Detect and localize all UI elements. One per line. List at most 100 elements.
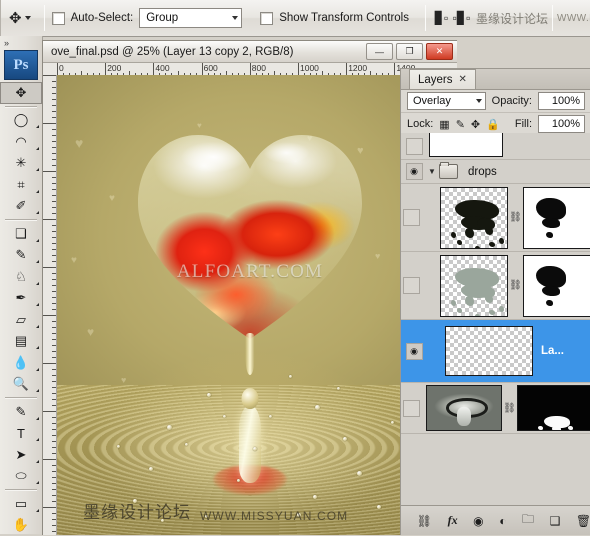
canvas-area[interactable]: ♥♥♥♥♥♥♥♥♥♥♥♥♥♥♥♥♥♥♥♥♥♥♥♥ ALFOART.COM 墨缘设… bbox=[57, 75, 443, 535]
link-mask-icon[interactable]: ⛓ bbox=[511, 279, 520, 293]
ink-blob bbox=[451, 232, 456, 238]
lock-all-icon[interactable]: 🔒 bbox=[486, 118, 500, 131]
ruler-minor-tick bbox=[52, 177, 56, 178]
layer-row[interactable]: ◉ La... bbox=[401, 320, 590, 383]
mask-blob bbox=[552, 426, 561, 431]
new-layer-button[interactable]: ❑ bbox=[550, 514, 561, 528]
toolbar-grip[interactable]: » bbox=[0, 36, 42, 50]
tab-layers[interactable]: Layers ✕ bbox=[409, 69, 476, 89]
layer-row[interactable] bbox=[401, 133, 590, 160]
layer-visibility-toggle[interactable] bbox=[403, 277, 420, 294]
crop-tool[interactable]: ⌗ bbox=[0, 174, 42, 196]
link-layers-button[interactable]: ⛓ bbox=[417, 514, 432, 528]
chevron-down-icon[interactable] bbox=[25, 16, 31, 20]
magic-wand-tool[interactable]: ✳ bbox=[0, 153, 42, 175]
folder-icon[interactable] bbox=[439, 164, 458, 179]
tool-more-indicator-icon bbox=[33, 389, 39, 392]
delete-layer-button[interactable]: 🗑 bbox=[576, 514, 590, 528]
link-mask-icon[interactable]: ⛓ bbox=[511, 211, 520, 225]
show-transform-controls-checkbox[interactable] bbox=[260, 12, 273, 25]
water-droplet bbox=[391, 421, 394, 424]
blur-tool[interactable]: 💧 bbox=[0, 352, 42, 374]
tool-more-indicator-icon bbox=[33, 125, 39, 128]
water-droplet bbox=[185, 443, 188, 446]
active-tool-preview[interactable]: ✥ bbox=[1, 0, 37, 36]
add-layer-mask-icon: ◉ bbox=[473, 514, 483, 528]
link-mask-icon[interactable]: ⛓ bbox=[505, 401, 514, 415]
layer-thumbnail[interactable] bbox=[429, 133, 503, 157]
align-horizontal-centers-icon[interactable]: ▫▊▫ bbox=[453, 10, 470, 27]
close-button[interactable]: ✕ bbox=[426, 43, 453, 60]
healing-brush-tool[interactable]: ❑ bbox=[0, 223, 42, 245]
layer-thumbnail[interactable] bbox=[426, 385, 502, 431]
path-selection-tool-icon: ➤ bbox=[16, 447, 27, 463]
layers-list[interactable]: ◉▼drops ⛓ ⛓ ◉ La... ⛓ bbox=[401, 133, 590, 506]
align-left-edges-icon[interactable]: ▊▫ bbox=[433, 10, 450, 27]
lock-position-icon[interactable]: ✥ bbox=[471, 118, 480, 131]
layer-visibility-toggle[interactable] bbox=[403, 209, 420, 226]
layer-mask-thumbnail[interactable] bbox=[523, 187, 590, 249]
mask-white-base bbox=[524, 256, 590, 316]
ink-blob bbox=[465, 228, 474, 238]
opacity-input[interactable]: 100% bbox=[538, 92, 585, 110]
layer-thumbnail[interactable] bbox=[440, 187, 508, 249]
ruler-minor-tick bbox=[43, 123, 56, 124]
layer-row[interactable]: ⛓ bbox=[401, 184, 590, 252]
layer-row[interactable]: ⛓ bbox=[401, 383, 590, 434]
layer-thumbnail[interactable] bbox=[440, 255, 508, 317]
ruler-minor-tick bbox=[52, 381, 56, 382]
new-adjustment-layer-button[interactable]: ◐ bbox=[499, 514, 506, 528]
dodge-tool-icon: 🔍 bbox=[13, 376, 29, 392]
move-tool-icon: ✥ bbox=[9, 11, 22, 26]
restore-button[interactable]: ❐ bbox=[396, 43, 423, 60]
tool-more-indicator-icon bbox=[33, 438, 39, 441]
new-group-button[interactable]: 🗀 bbox=[522, 510, 534, 531]
ellipse-shape-tool[interactable]: ⬭ bbox=[0, 466, 42, 488]
auto-select-checkbox[interactable] bbox=[52, 12, 65, 25]
ruler-label: 800 bbox=[250, 63, 266, 73]
dodge-tool[interactable]: 🔍 bbox=[0, 374, 42, 396]
hand-tool[interactable]: ✋ bbox=[0, 515, 42, 536]
history-brush-tool[interactable]: ✒ bbox=[0, 288, 42, 310]
add-layer-mask-button[interactable]: ◉ bbox=[473, 514, 483, 528]
layer-mask-thumbnail[interactable] bbox=[523, 255, 590, 317]
bokeh-heart-icon: ♥ bbox=[87, 325, 94, 339]
auto-select-dropdown[interactable]: Group bbox=[139, 8, 242, 28]
history-brush-tool-icon: ✒ bbox=[16, 290, 27, 306]
eyedropper-tool[interactable]: ✐ bbox=[0, 196, 42, 218]
notes-tool[interactable]: ▭ bbox=[0, 493, 42, 515]
path-selection-tool[interactable]: ➤ bbox=[0, 444, 42, 466]
ink-blob bbox=[457, 240, 462, 245]
close-icon[interactable]: ✕ bbox=[459, 74, 467, 85]
group-expand-toggle[interactable]: ▼ bbox=[425, 167, 439, 176]
brush-tool[interactable]: ✎ bbox=[0, 245, 42, 267]
minimize-button[interactable]: — bbox=[366, 43, 393, 60]
blend-mode-dropdown[interactable]: Overlay bbox=[407, 92, 486, 110]
document-titlebar[interactable]: ove_final.psd @ 25% (Layer 13 copy 2, RG… bbox=[43, 41, 457, 63]
vertical-ruler[interactable] bbox=[43, 75, 57, 535]
gradient-tool[interactable]: ▤ bbox=[0, 331, 42, 353]
layer-row[interactable]: ⛓ bbox=[401, 252, 590, 320]
elliptical-marquee-tool[interactable]: ◯ bbox=[0, 110, 42, 132]
layer-visibility-toggle[interactable]: ◉ bbox=[403, 163, 425, 180]
lasso-tool[interactable]: ◠ bbox=[0, 131, 42, 153]
layer-name: La... bbox=[541, 345, 564, 357]
layer-thumbnail[interactable] bbox=[445, 326, 533, 376]
move-tool[interactable]: ✥ bbox=[0, 82, 42, 104]
layer-visibility-toggle[interactable] bbox=[403, 138, 425, 155]
ruler-minor-tick bbox=[43, 315, 56, 316]
lock-image-pixels-icon[interactable]: ✎ bbox=[456, 118, 465, 131]
layer-visibility-toggle[interactable]: ◉ bbox=[403, 343, 425, 360]
pen-tool[interactable]: ✎ bbox=[0, 401, 42, 423]
ruler-minor-tick bbox=[52, 279, 56, 280]
lock-transparent-pixels-icon[interactable]: ▦ bbox=[439, 118, 449, 131]
layer-mask-thumbnail[interactable] bbox=[517, 385, 590, 431]
layer-visibility-toggle[interactable] bbox=[403, 400, 420, 417]
type-tool[interactable]: T bbox=[0, 423, 42, 445]
layer-style-button[interactable]: fx bbox=[448, 513, 458, 528]
clone-stamp-tool[interactable]: ♘ bbox=[0, 266, 42, 288]
eraser-tool[interactable]: ▱ bbox=[0, 309, 42, 331]
fill-input[interactable]: 100% bbox=[538, 115, 585, 133]
layer-row[interactable]: ◉▼drops bbox=[401, 160, 590, 184]
ruler-minor-tick bbox=[43, 267, 56, 268]
